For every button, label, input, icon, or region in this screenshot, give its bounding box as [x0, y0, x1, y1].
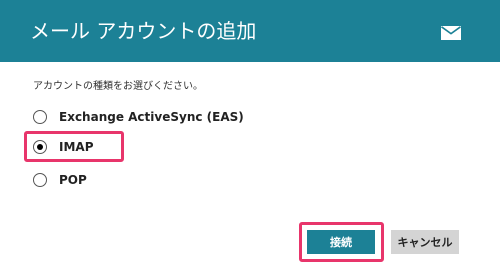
radio-button-eas[interactable] [33, 110, 47, 124]
radio-label-imap: IMAP [59, 140, 94, 154]
radio-option-eas[interactable]: Exchange ActiveSync (EAS) [33, 107, 244, 127]
radio-button-imap[interactable] [33, 140, 47, 154]
radio-option-imap[interactable]: IMAP [33, 137, 94, 157]
radio-label-pop: POP [59, 173, 87, 187]
dialog-header: メール アカウントの追加 [0, 0, 500, 62]
dialog-title: メール アカウントの追加 [30, 19, 257, 43]
add-mail-account-dialog: メール アカウントの追加 アカウントの種類をお選びください。 Exchange … [0, 0, 500, 267]
connect-button[interactable]: 接続 [307, 230, 375, 254]
radio-selected-dot [37, 144, 43, 150]
radio-label-eas: Exchange ActiveSync (EAS) [59, 110, 244, 124]
account-type-prompt: アカウントの種類をお選びください。 [33, 81, 203, 92]
radio-button-pop[interactable] [33, 173, 47, 187]
cancel-button[interactable]: キャンセル [391, 230, 459, 254]
mail-icon [441, 26, 461, 40]
radio-option-pop[interactable]: POP [33, 170, 87, 190]
